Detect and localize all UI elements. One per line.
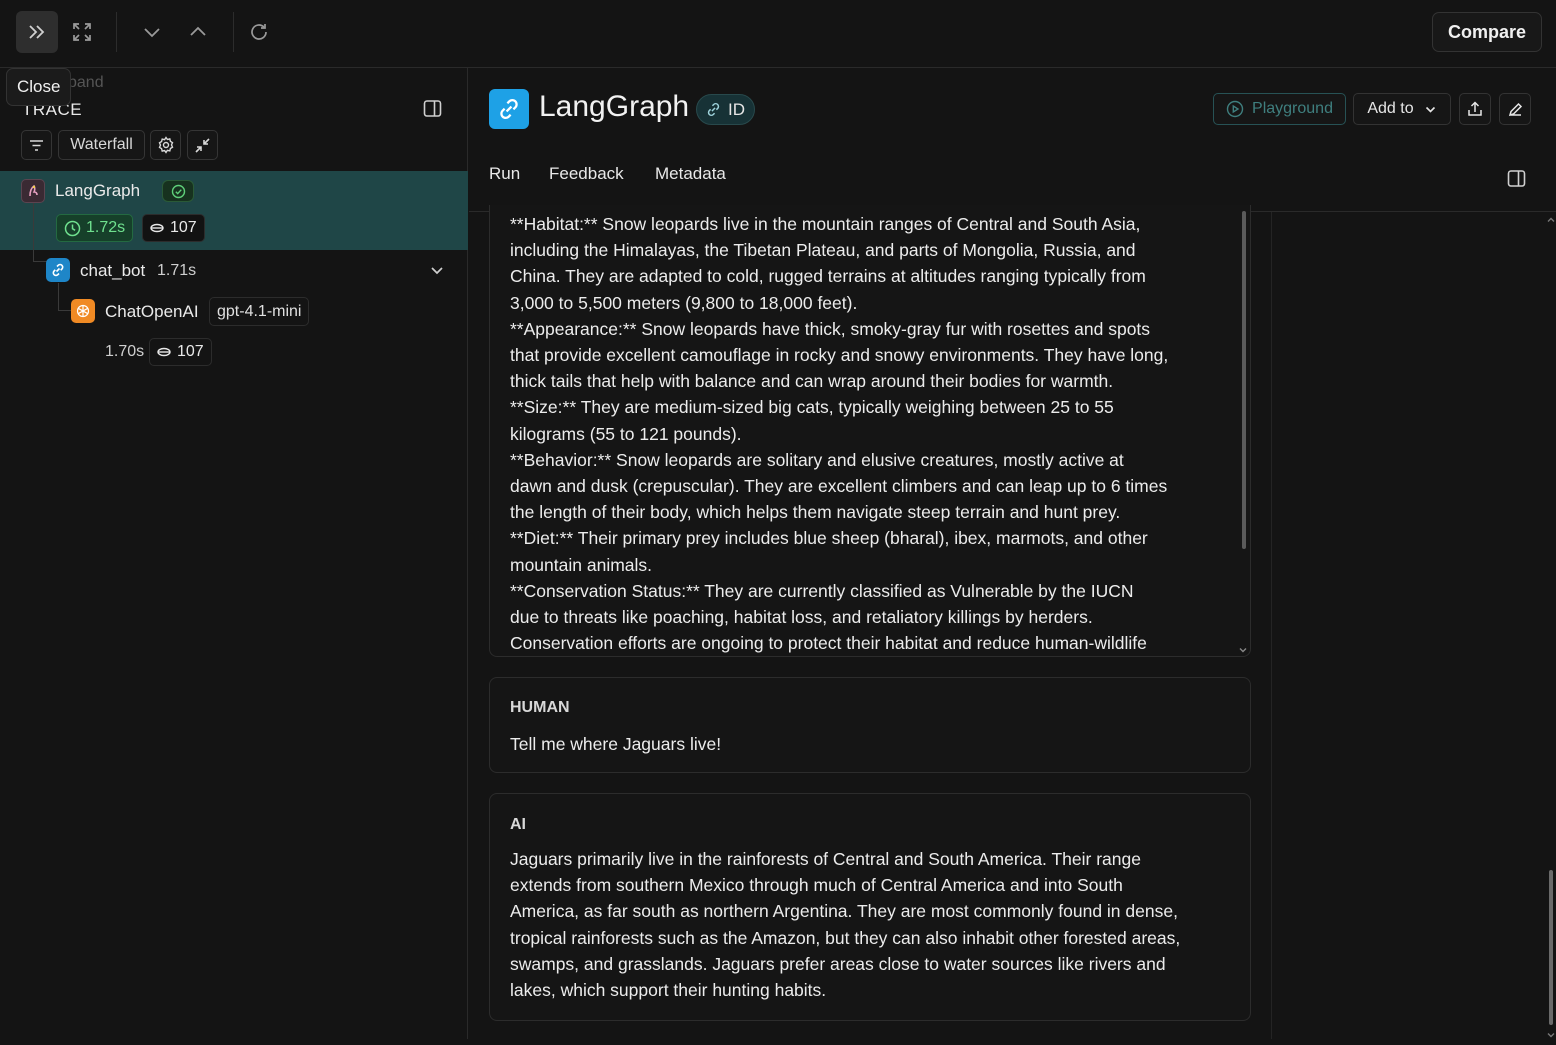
panel-toggle-icon[interactable] — [1507, 169, 1526, 193]
clock-icon — [64, 220, 81, 236]
latency-pill: 1.72s — [56, 214, 134, 242]
langgraph-node-icon — [21, 179, 45, 203]
chevron-down-icon[interactable] — [429, 262, 445, 283]
playground-button[interactable]: Playground — [1213, 93, 1346, 125]
play-circle-icon — [1226, 100, 1244, 118]
run-title: LangGraph — [539, 90, 690, 123]
human-message-card: HUMAN Tell me where Jaguars live! — [489, 677, 1251, 773]
ghost-text: pand — [68, 74, 104, 91]
tab-bar: Run Feedback Metadata — [469, 150, 1556, 212]
scroll-down-icon[interactable] — [1238, 642, 1248, 656]
token-count: 107 — [177, 343, 204, 360]
chevron-down-icon — [1425, 106, 1435, 113]
gear-icon — [158, 136, 173, 154]
scrollbar[interactable] — [1549, 870, 1553, 1025]
token-icon — [157, 347, 171, 357]
chevron-up-icon[interactable] — [177, 11, 219, 53]
token-icon — [150, 223, 164, 233]
filter-button[interactable] — [21, 130, 52, 160]
compare-button[interactable]: Compare — [1431, 12, 1542, 52]
refresh-icon[interactable] — [238, 11, 280, 53]
panel-toggle-icon[interactable] — [423, 99, 442, 123]
link-node-icon — [46, 258, 70, 282]
node-name-langgraph: LangGraph — [55, 181, 141, 200]
pencil-icon — [1508, 102, 1522, 116]
scroll-down-icon[interactable] — [1546, 1027, 1556, 1045]
model-badge: gpt-4.1-mini — [209, 297, 310, 326]
add-to-button[interactable]: Add to — [1353, 93, 1451, 125]
double-chevron-right-icon[interactable] — [16, 11, 58, 53]
collapse-icon — [195, 137, 210, 153]
id-label: ID — [728, 99, 745, 119]
add-to-label: Add to — [1367, 100, 1414, 117]
latency-value: 1.72s — [86, 219, 126, 236]
tab-run[interactable]: Run — [489, 164, 520, 184]
ai-message-text: **Habitat:** Snow leopards live in the m… — [510, 214, 1169, 654]
edit-button[interactable] — [1499, 93, 1531, 125]
ai-message-text: Jaguars primarily live in the rainforest… — [510, 849, 1181, 1001]
check-circle-icon — [171, 184, 185, 198]
node-name-chatopenai[interactable]: ChatOpenAI — [105, 302, 199, 322]
token-pill: 107 — [142, 214, 205, 242]
scrollbar[interactable] — [1242, 211, 1246, 549]
node-name-chat-bot[interactable]: chat_bot — [80, 261, 145, 281]
token-pill: 107 — [149, 338, 212, 366]
chevron-down-icon[interactable] — [131, 11, 173, 53]
ai-message-card: AI Jaguars primarily live in the rainfor… — [489, 793, 1251, 1021]
token-count: 107 — [170, 219, 197, 236]
tab-feedback[interactable]: Feedback — [549, 164, 624, 184]
human-message-text: Tell me where Jaguars live! — [510, 734, 722, 754]
close-tooltip: Close — [6, 68, 72, 106]
openai-node-icon — [71, 299, 95, 323]
upload-icon — [1468, 101, 1482, 116]
share-button[interactable] — [1459, 93, 1491, 125]
waterfall-button[interactable]: Waterfall — [58, 130, 145, 160]
filter-icon — [30, 139, 43, 151]
collapse-button[interactable] — [187, 130, 218, 160]
ai-message-card: **Habitat:** Snow leopards live in the m… — [489, 205, 1251, 657]
id-badge[interactable]: ID — [696, 94, 755, 125]
node-latency-chat-bot: 1.71s — [157, 262, 197, 279]
link-icon — [707, 102, 720, 117]
message-role: AI — [510, 816, 526, 833]
scroll-up-icon[interactable] — [1546, 212, 1556, 230]
divider — [1271, 212, 1272, 1039]
settings-button[interactable] — [150, 130, 181, 160]
node-latency-chatopenai: 1.70s — [105, 343, 145, 360]
tab-metadata[interactable]: Metadata — [655, 164, 726, 184]
top-toolbar: Compare — [0, 0, 1556, 68]
message-role: HUMAN — [510, 699, 570, 716]
status-badge — [162, 180, 194, 202]
link-icon — [489, 89, 529, 129]
expand-icon[interactable] — [61, 11, 103, 53]
playground-label: Playground — [1252, 100, 1333, 117]
